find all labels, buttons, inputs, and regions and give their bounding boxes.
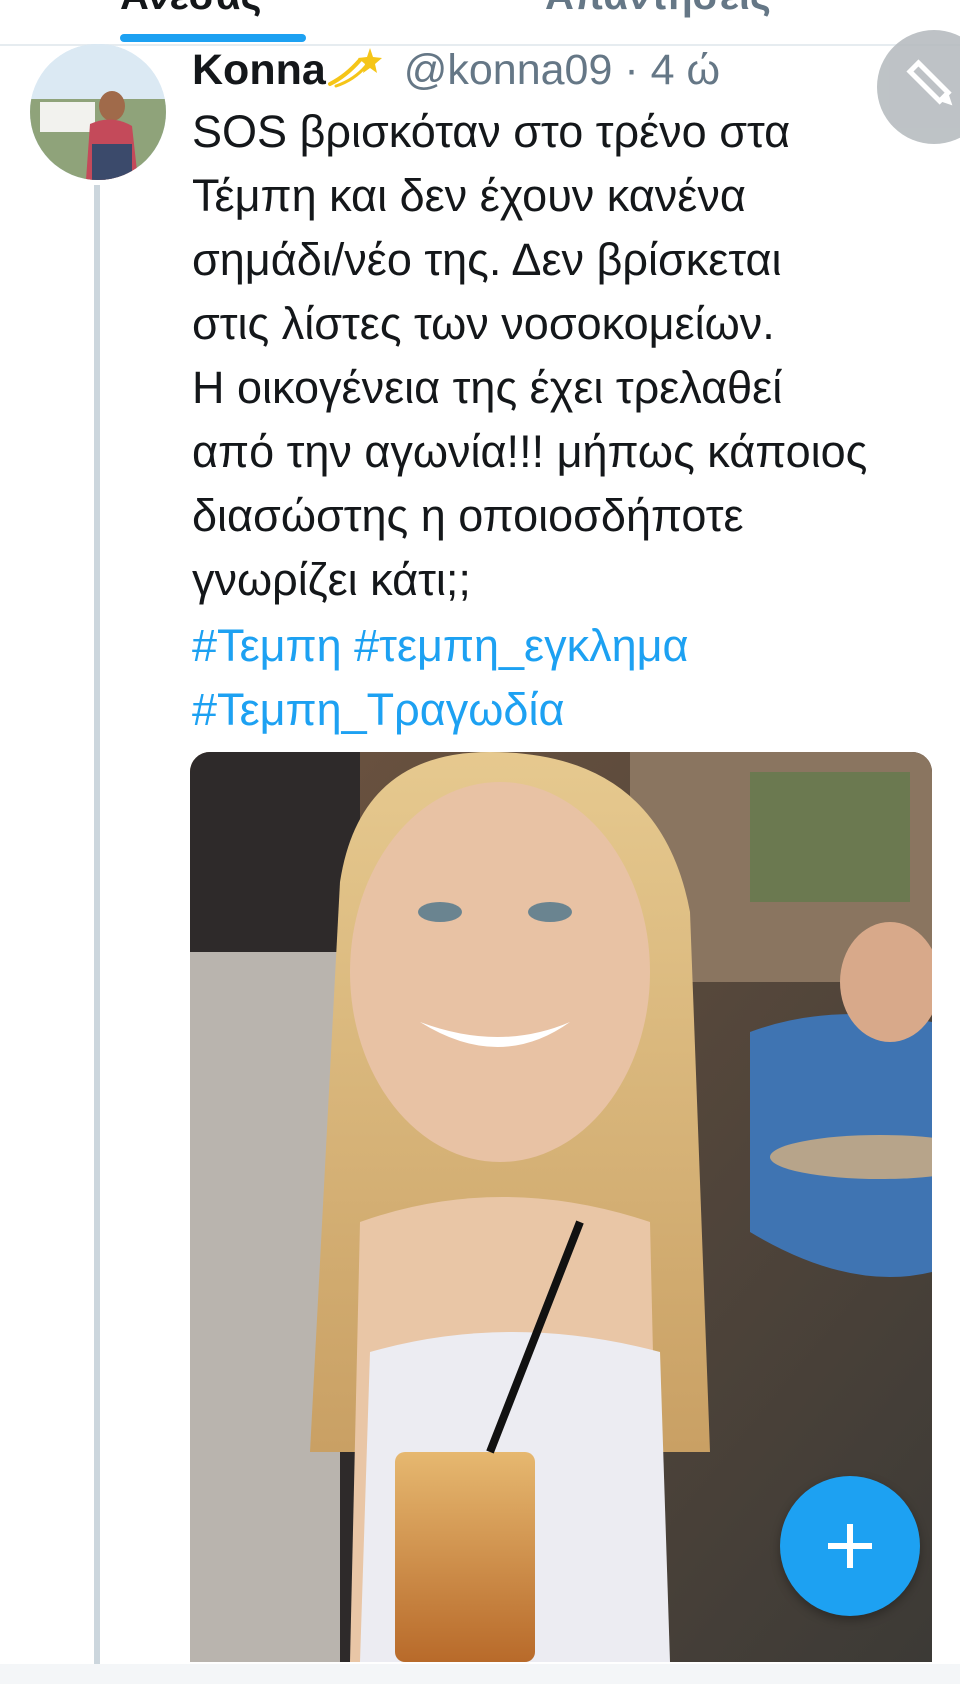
- thread-line: [94, 185, 100, 1665]
- hashtags: #Τεμπη #τεμπη_εγκλημα #Τεμπη_Τραγωδία: [192, 614, 932, 742]
- tweet-text-line: γνωρίζει κάτι;;: [192, 554, 471, 605]
- tweet-text-line: διασώστης η οποιοσδήποτε: [192, 490, 744, 541]
- hashtag-line[interactable]: #Τεμπη_Τραγωδία: [192, 678, 932, 742]
- tab-first[interactable]: Ανεσας: [120, 0, 261, 19]
- tweet-text-line: SOS βρισκόταν στο τρένο στα: [192, 106, 791, 157]
- pencil-icon: [906, 59, 953, 106]
- display-name[interactable]: Konna: [192, 46, 326, 94]
- tweet-text: SOS βρισκόταν στο τρένο στα Τέμπη και δε…: [192, 100, 932, 612]
- tweet-text-line: Τέμπη και δεν έχουν κανένα: [192, 170, 746, 221]
- edit-button[interactable]: [877, 30, 960, 144]
- avatar[interactable]: [30, 44, 166, 180]
- tweet-text-line: από την αγωνία!!! μήπως κάποιος: [192, 426, 868, 477]
- tab-bar: Ανεσας Απαντήσεις: [0, 0, 960, 46]
- separator-dot: ·: [624, 46, 639, 94]
- tweet-text-line: στις λίστες των νοσοκομείων.: [192, 298, 775, 349]
- tab-replies[interactable]: Απαντήσεις: [545, 0, 771, 19]
- active-tab-indicator: [120, 34, 306, 42]
- plus-icon: [828, 1524, 872, 1568]
- user-handle[interactable]: @konna09: [404, 46, 613, 94]
- bottom-edge: [0, 1664, 960, 1684]
- hashtag-line[interactable]: #Τεμπη #τεμπη_εγκλημα: [192, 614, 932, 678]
- timestamp[interactable]: 4 ώ: [651, 46, 720, 94]
- tweet-text-line: σημάδι/νέο της. Δεν βρίσκεται: [192, 234, 782, 285]
- tweet-text-line: Η οικογένεια της έχει τρελαθεί: [192, 362, 783, 413]
- tweet-header: Konna @konna09 · 4 ώ: [192, 42, 720, 102]
- dizzy-emoji-icon: [326, 46, 382, 104]
- compose-button[interactable]: [780, 1476, 920, 1616]
